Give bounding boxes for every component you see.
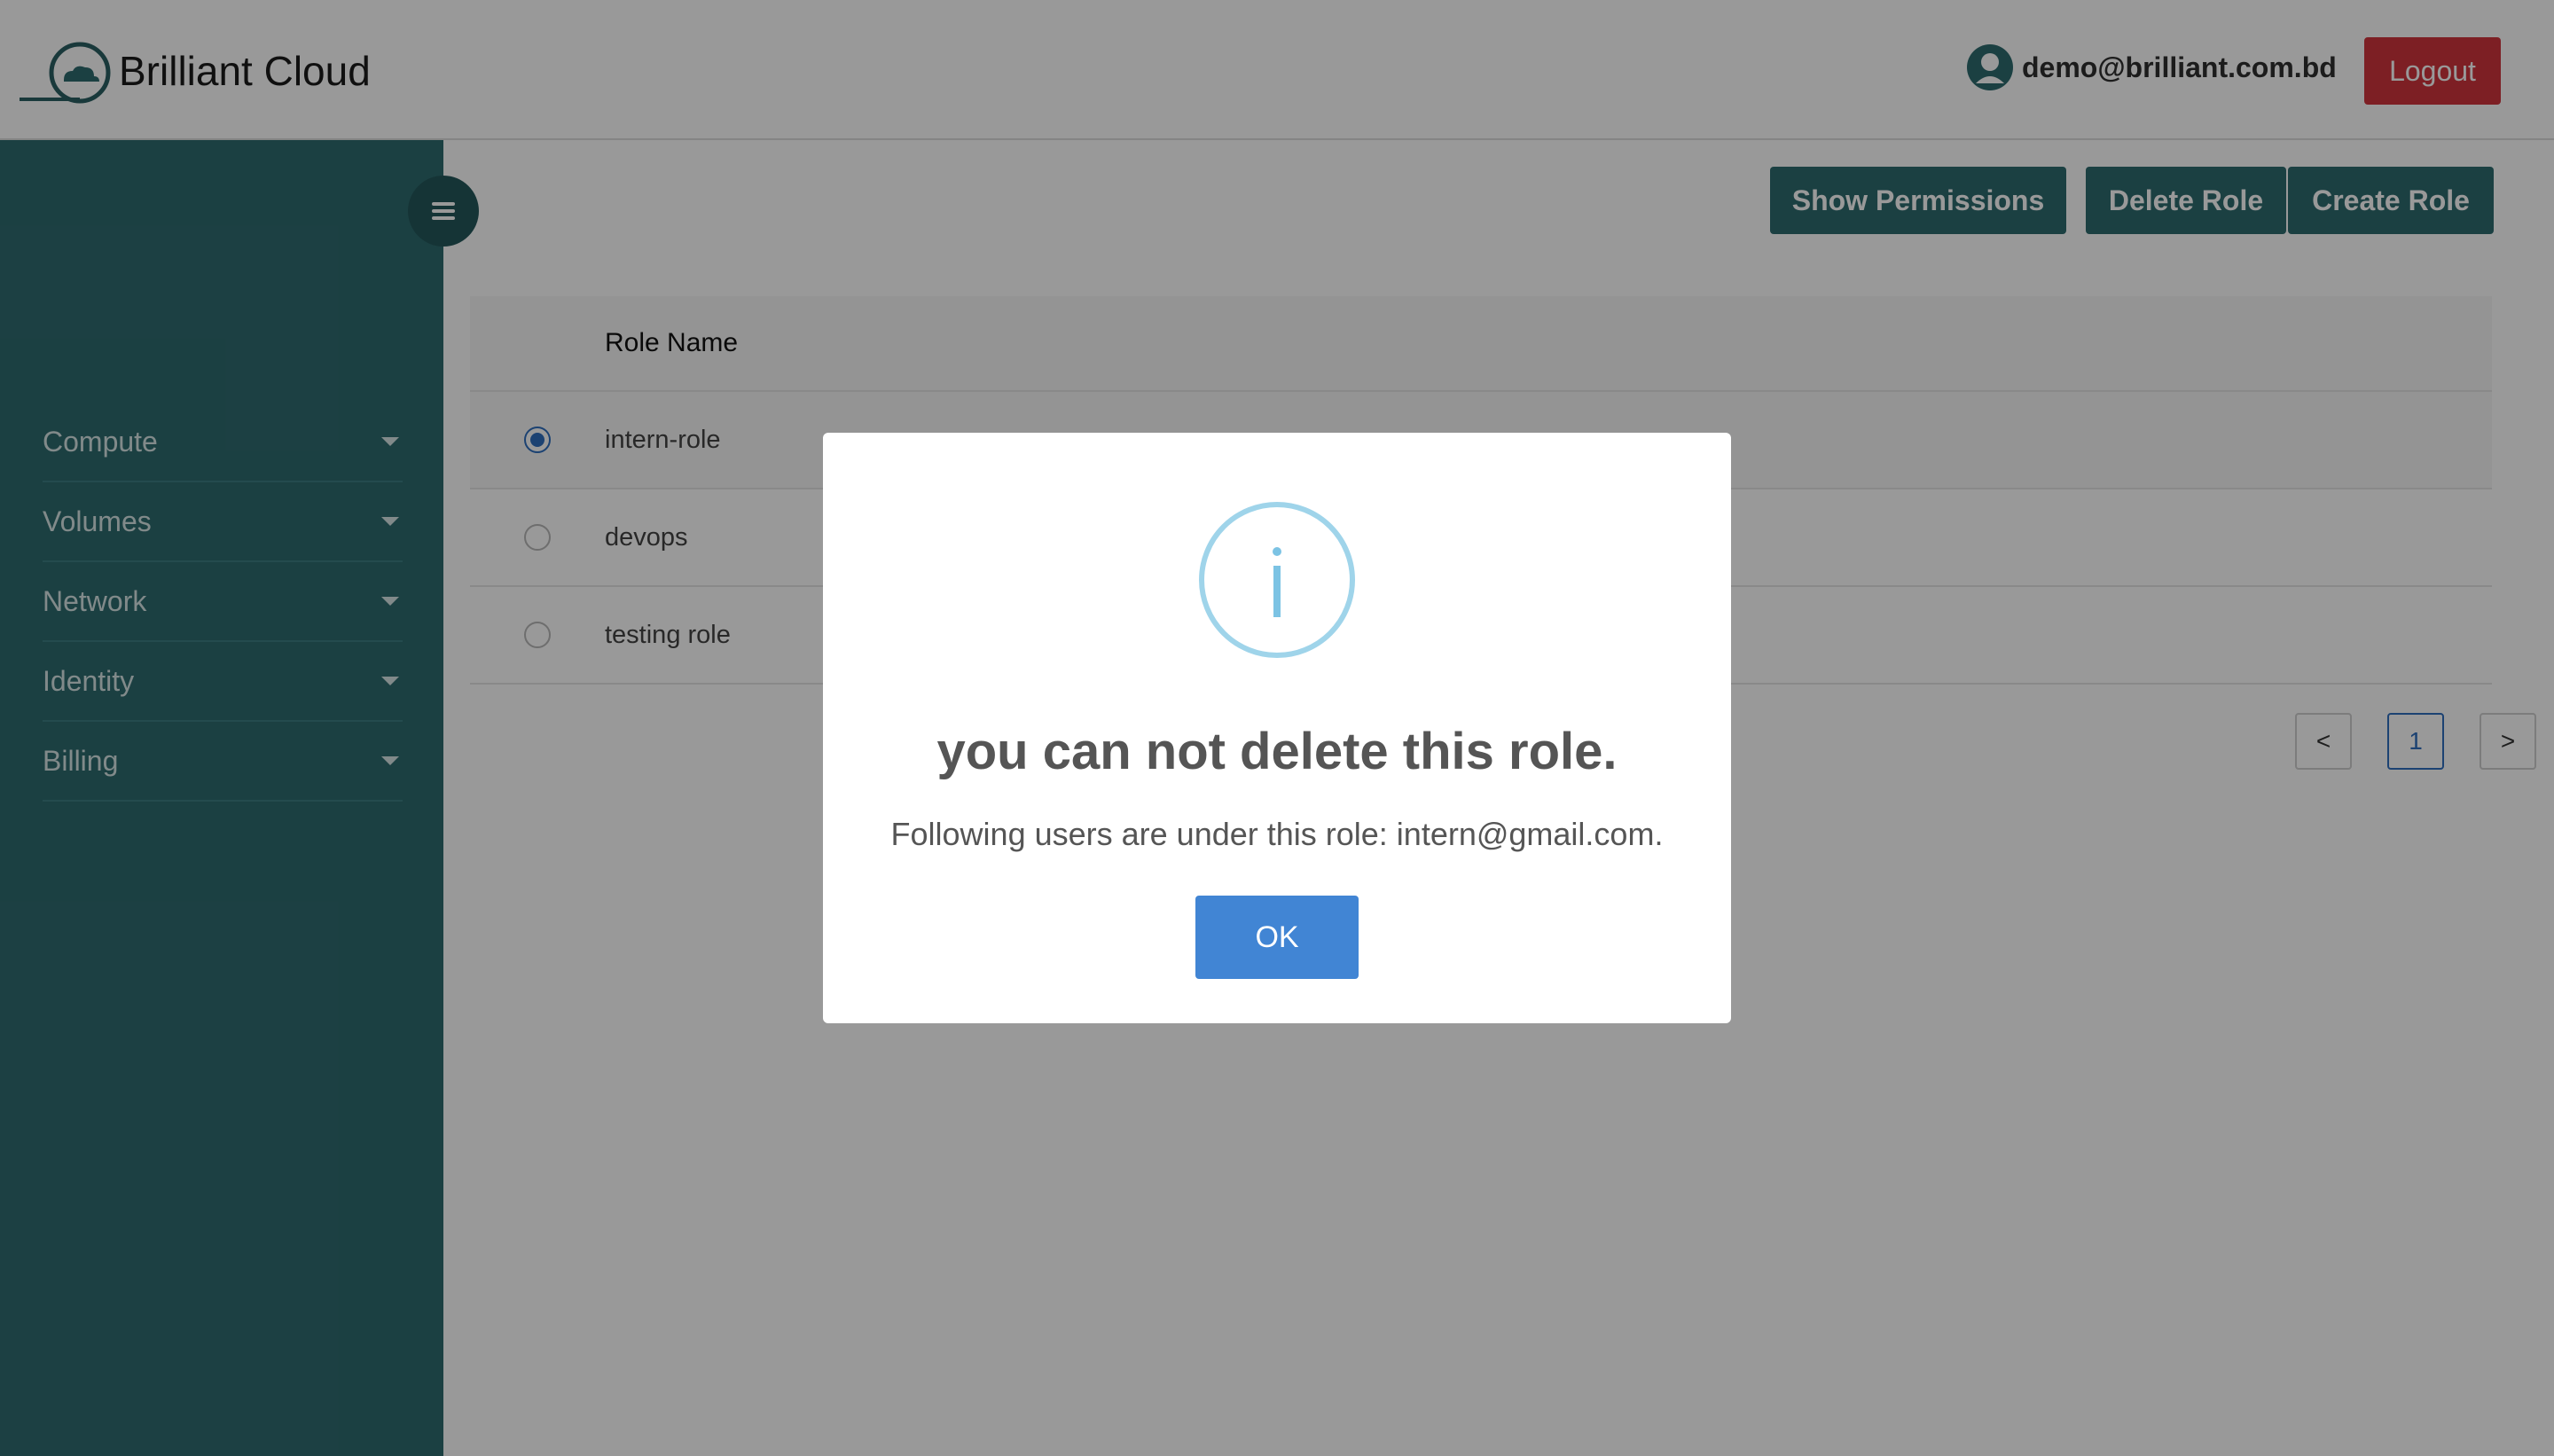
dialog-title: you can not delete this role. (936, 723, 1618, 780)
ok-button[interactable]: OK (1195, 896, 1359, 979)
dialog-message: Following users are under this role: int… (890, 816, 1664, 852)
alert-dialog: you can not delete this role. Following … (823, 433, 1731, 1023)
info-icon (1199, 502, 1355, 658)
